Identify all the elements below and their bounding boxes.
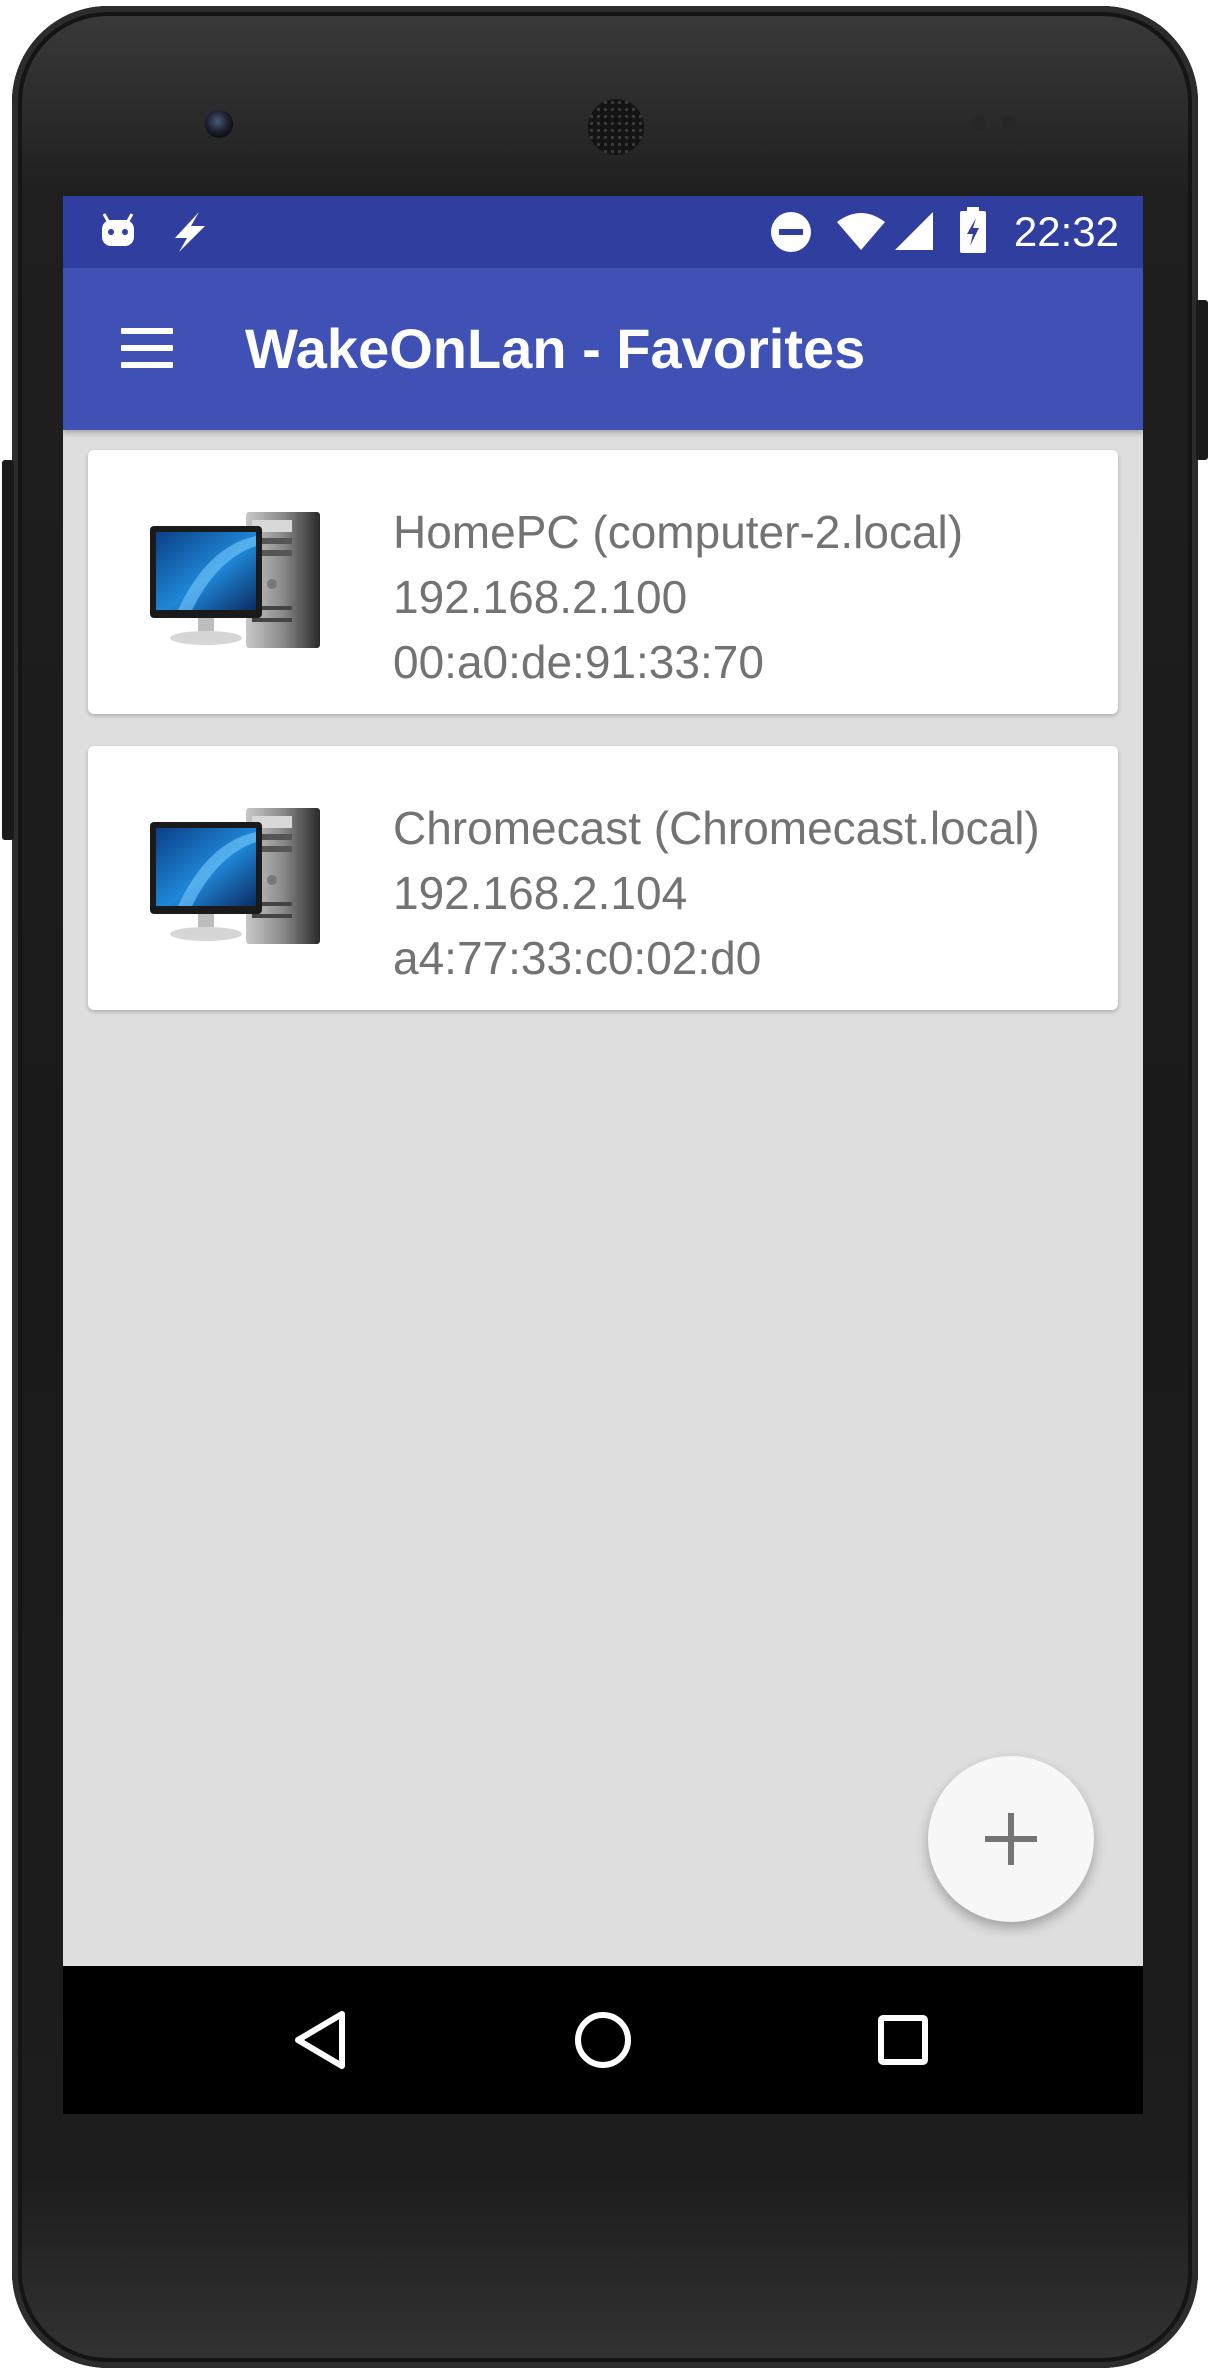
home-icon[interactable] <box>557 1994 649 2086</box>
system-nav-bar <box>63 1966 1143 2114</box>
android-icon <box>102 213 134 246</box>
light-sensor <box>1002 116 1016 130</box>
desktop-computer-icon <box>150 808 320 944</box>
hamburger-menu-icon[interactable] <box>115 316 179 380</box>
power-button <box>1196 300 1208 460</box>
battery-charging-icon <box>960 207 986 253</box>
device-ip: 192.168.2.100 <box>393 571 688 623</box>
toolbar-title: WakeOnLan - Favorites <box>245 317 866 380</box>
flash-icon <box>175 212 205 252</box>
status-bar: 22:32 <box>63 196 1143 268</box>
favorite-details: Chromecast (Chromecast.local) 192.168.2.… <box>393 796 1040 991</box>
add-favorite-button[interactable] <box>928 1756 1094 1922</box>
volume-rocker <box>2 460 14 840</box>
plus-icon <box>985 1813 1037 1865</box>
front-camera <box>205 110 233 138</box>
app-screen: 22:32 WakeOnLan - Favorites HomePC (comp… <box>63 196 1143 2114</box>
earpiece-speaker <box>588 99 644 155</box>
favorite-card[interactable]: Chromecast (Chromecast.local) 192.168.2.… <box>88 746 1118 1010</box>
device-ip: 192.168.2.104 <box>393 867 688 919</box>
device-name: Chromecast (Chromecast.local) <box>393 802 1040 854</box>
app-toolbar: WakeOnLan - Favorites <box>63 268 1143 430</box>
do-not-disturb-icon <box>771 212 811 252</box>
back-icon[interactable] <box>274 1994 366 2086</box>
proximity-sensor <box>972 116 986 130</box>
favorite-card[interactable]: HomePC (computer-2.local) 192.168.2.100 … <box>88 450 1118 714</box>
desktop-computer-icon <box>150 512 320 648</box>
recents-icon[interactable] <box>857 1994 949 2086</box>
status-time: 22:32 <box>1013 208 1119 255</box>
favorite-details: HomePC (computer-2.local) 192.168.2.100 … <box>393 500 963 695</box>
device-mac: 00:a0:de:91:33:70 <box>393 636 764 688</box>
cell-signal-icon <box>895 212 933 250</box>
device-mac: a4:77:33:c0:02:d0 <box>393 932 762 984</box>
device-name: HomePC (computer-2.local) <box>393 506 964 558</box>
wifi-icon <box>837 213 885 250</box>
